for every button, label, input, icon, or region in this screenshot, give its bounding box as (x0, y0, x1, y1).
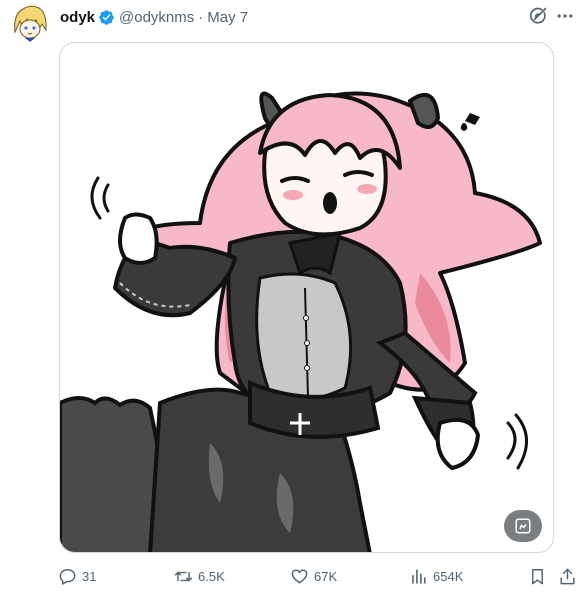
author-name[interactable]: odyk (60, 9, 95, 26)
repost-button[interactable]: 6.5K (174, 564, 225, 588)
action-bar: 31 6.5K 67K 654K (58, 564, 580, 588)
like-button[interactable]: 67K (290, 564, 337, 588)
verified-badge-icon[interactable] (98, 9, 115, 26)
reply-icon (59, 568, 76, 585)
retweet-icon (174, 571, 193, 581)
reply-count: 31 (82, 568, 97, 584)
repost-count: 6.5K (198, 568, 225, 584)
share-icon (560, 568, 575, 584)
tweet-header: odyk @odyknms · May 7 (60, 6, 248, 28)
tweet: odyk @odyknms · May 7 31 6.5K 67K 654K (0, 0, 580, 598)
post-image[interactable] (59, 42, 554, 553)
views-icon (412, 568, 426, 584)
post-date[interactable]: May 7 (207, 9, 248, 26)
view-count: 654K (433, 568, 464, 584)
reply-button[interactable]: 31 (58, 564, 96, 588)
grok-icon[interactable] (528, 6, 548, 26)
bookmark-icon (532, 568, 543, 584)
share-button[interactable] (558, 564, 577, 588)
alt-text-icon[interactable] (504, 510, 542, 542)
avatar[interactable] (9, 2, 51, 44)
separator-dot: · (198, 8, 204, 26)
illustration (60, 91, 542, 552)
like-count: 67K (314, 568, 338, 584)
more-icon[interactable] (555, 6, 575, 26)
heart-icon (291, 568, 308, 584)
author-handle[interactable]: @odyknms (119, 9, 194, 26)
views-button[interactable]: 654K (409, 564, 463, 588)
bookmark-button[interactable] (528, 564, 547, 588)
